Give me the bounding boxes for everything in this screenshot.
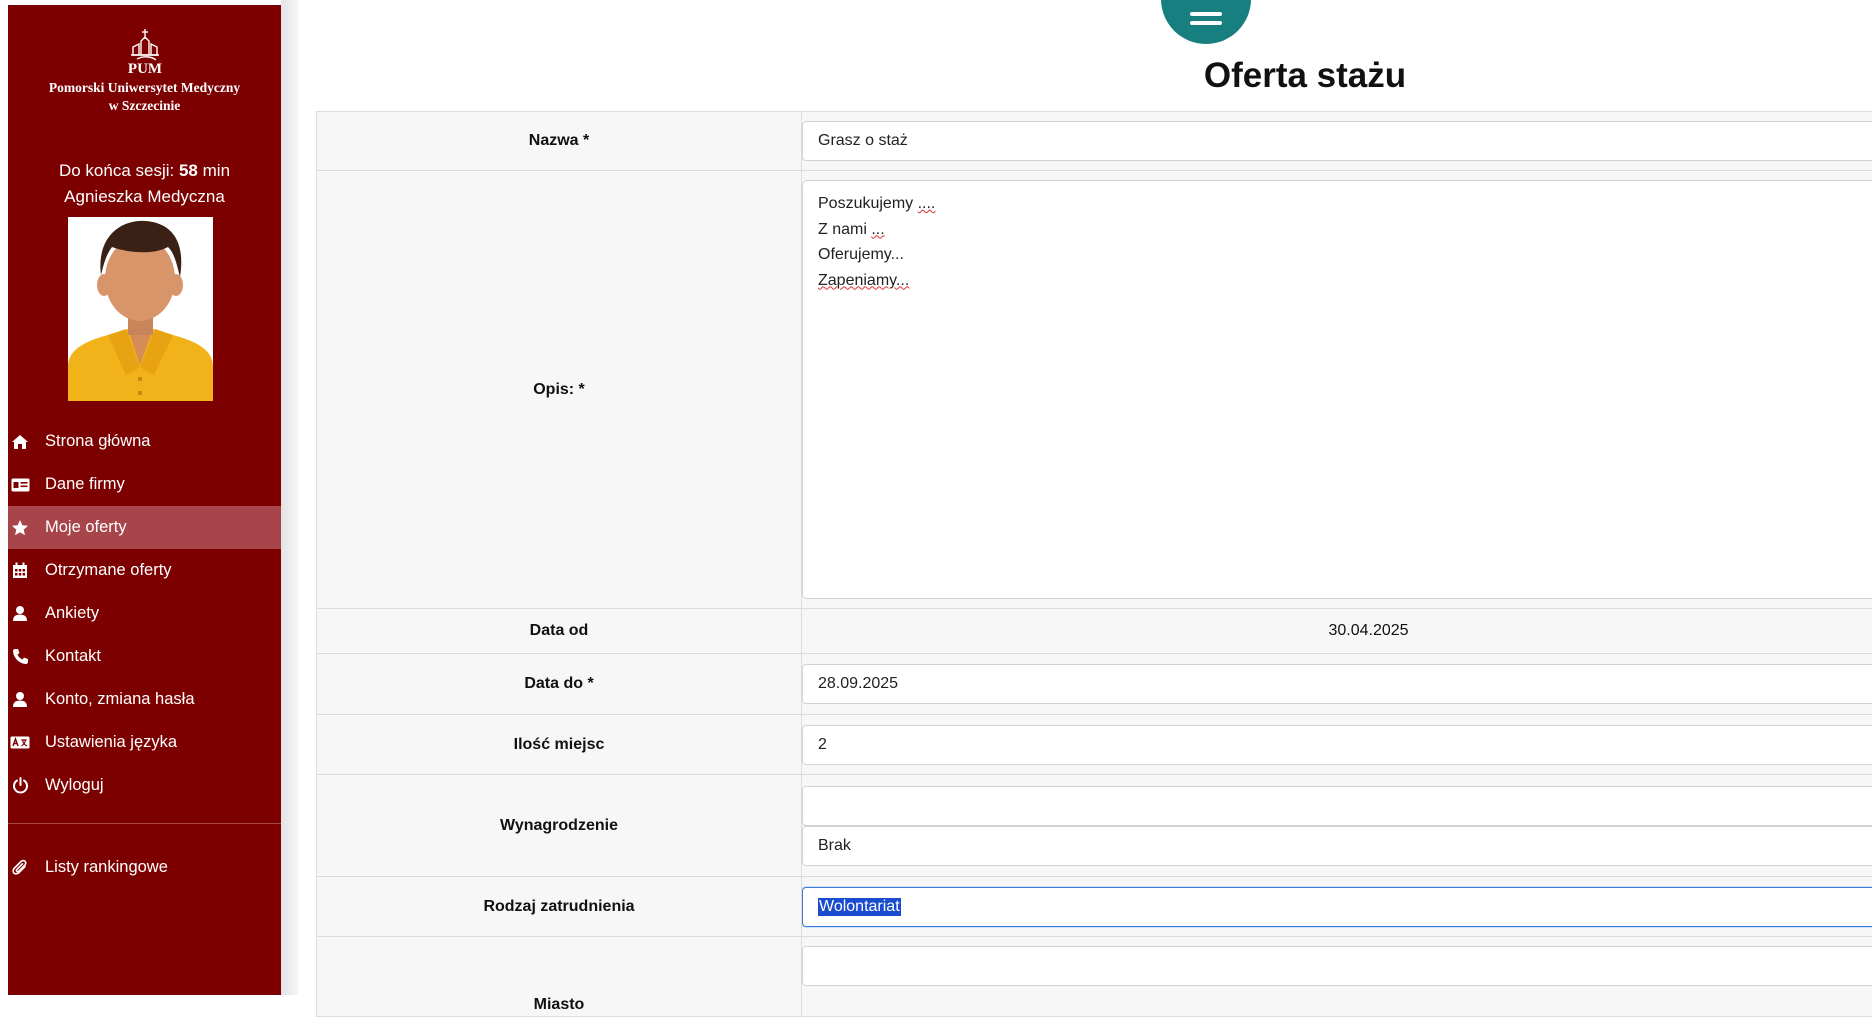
- sidebar-item-label: Dane firmy: [45, 475, 125, 494]
- description-line: Z nami ...: [818, 217, 1872, 243]
- city-label: Miasto: [317, 937, 802, 1017]
- salary-input[interactable]: [802, 786, 1872, 826]
- sidebar-shadow: [281, 0, 299, 995]
- svg-text:PUM: PUM: [127, 61, 161, 77]
- date-from-value: 30.04.2025: [802, 609, 1872, 654]
- form-row-description: Opis: * Poszukujemy .... Z nami ... Ofer…: [317, 171, 1872, 609]
- form-row-date-to: Data do * 28.09.2025: [317, 654, 1872, 715]
- session-minutes: 58: [179, 161, 198, 180]
- university-name-line2: w Szczecinie: [8, 97, 281, 115]
- home-icon: [10, 432, 30, 452]
- name-label: Nazwa *: [317, 112, 802, 171]
- calendar-icon: [10, 561, 30, 581]
- sidebar-item-label: Otrzymane oferty: [45, 561, 172, 580]
- salary-label: Wynagrodzenie: [317, 775, 802, 877]
- main-content: Oferta stażu Nazwa * Grasz o staż Opis: …: [299, 0, 1872, 995]
- form-row-employment-type: Rodzaj zatrudnienia Wolontariat: [317, 877, 1872, 937]
- sidebar-item-language[interactable]: Ustawienia języka: [8, 721, 281, 764]
- user-icon: [10, 604, 30, 624]
- date-to-label: Data do *: [317, 654, 802, 715]
- date-to-input[interactable]: 28.09.2025: [802, 664, 1872, 704]
- places-value: 2: [818, 736, 827, 754]
- sidebar-item-surveys[interactable]: Ankiety: [8, 592, 281, 635]
- sidebar-nav: Strona główna Dane firmy Moje oferty Otr…: [8, 420, 281, 807]
- sidebar-item-label: Ustawienia języka: [45, 733, 177, 752]
- sidebar-item-label: Moje oferty: [45, 518, 127, 537]
- sidebar-item-logout[interactable]: Wyloguj: [8, 764, 281, 807]
- name-input[interactable]: Grasz o staż: [802, 121, 1872, 161]
- city-input[interactable]: [802, 946, 1872, 986]
- sidebar-item-label: Listy rankingowe: [45, 858, 168, 877]
- description-line: Poszukujemy ....: [818, 191, 1872, 217]
- sidebar-item-label: Kontakt: [45, 647, 101, 666]
- sidebar-item-label: Wyloguj: [45, 776, 104, 795]
- form-row-places: Ilość miejsc 2: [317, 715, 1872, 775]
- employment-type-input[interactable]: Wolontariat: [802, 887, 1872, 927]
- salary-type-select[interactable]: Brak: [802, 826, 1872, 866]
- sidebar-item-my-offers[interactable]: Moje oferty: [8, 506, 281, 549]
- sidebar-item-label: Strona główna: [45, 432, 151, 451]
- offer-icon: [1161, 0, 1251, 44]
- session-label: Do końca sesji:: [59, 161, 174, 180]
- sidebar-extra: Listy rankingowe: [8, 846, 281, 889]
- sidebar: PUM Pomorski Uniwersytet Medyczny w Szcz…: [8, 5, 281, 995]
- form-row-date-from: Data od 30.04.2025: [317, 609, 1872, 654]
- salary-type-value: Brak: [818, 837, 851, 855]
- star-icon: [10, 518, 30, 538]
- sidebar-item-contact[interactable]: Kontakt: [8, 635, 281, 678]
- form-row-name: Nazwa * Grasz o staż: [317, 112, 1872, 171]
- offer-form-table: Nazwa * Grasz o staż Opis: * Poszukujemy…: [316, 111, 1872, 1017]
- sidebar-divider: [8, 823, 281, 824]
- description-line: Oferujemy...: [818, 242, 1872, 268]
- sidebar-item-ranking-lists[interactable]: Listy rankingowe: [8, 846, 281, 889]
- university-logo[interactable]: PUM Pomorski Uniwersytet Medyczny w Szcz…: [8, 27, 281, 115]
- paperclip-icon: [10, 858, 30, 878]
- description-textarea[interactable]: Poszukujemy .... Z nami ... Oferujemy...…: [802, 180, 1872, 599]
- language-icon: [10, 733, 30, 753]
- user-icon: [10, 690, 30, 710]
- page-title: Oferta stażu: [1105, 56, 1505, 96]
- places-label: Ilość miejsc: [317, 715, 802, 775]
- name-input-value: Grasz o staż: [818, 132, 908, 150]
- form-row-salary: Wynagrodzenie Brak: [317, 775, 1872, 877]
- date-from-label: Data od: [317, 609, 802, 654]
- power-icon: [10, 776, 30, 796]
- id-card-icon: [10, 475, 30, 495]
- sidebar-item-label: Konto, zmiana hasła: [45, 690, 195, 709]
- sidebar-item-label: Ankiety: [45, 604, 99, 623]
- session-timer: Do końca sesji: 58 min: [8, 161, 281, 181]
- sidebar-item-company-data[interactable]: Dane firmy: [8, 463, 281, 506]
- date-to-value: 28.09.2025: [818, 675, 898, 693]
- city-label-text: Miasto: [317, 996, 801, 1014]
- sidebar-item-home[interactable]: Strona główna: [8, 420, 281, 463]
- session-unit: min: [203, 161, 230, 180]
- description-label: Opis: *: [317, 171, 802, 609]
- form-row-city: Miasto: [317, 937, 1872, 1017]
- phone-icon: [10, 647, 30, 667]
- description-line: Zapeniamy...: [818, 268, 1872, 294]
- avatar: [68, 217, 213, 401]
- places-input[interactable]: 2: [802, 725, 1872, 765]
- sidebar-item-received-offers[interactable]: Otrzymane oferty: [8, 549, 281, 592]
- employment-type-label: Rodzaj zatrudnienia: [317, 877, 802, 937]
- employment-type-value: Wolontariat: [818, 898, 901, 916]
- university-name-line1: Pomorski Uniwersytet Medyczny: [8, 79, 281, 97]
- user-name: Agnieszka Medyczna: [8, 187, 281, 207]
- sidebar-item-account[interactable]: Konto, zmiana hasła: [8, 678, 281, 721]
- university-crest-icon: PUM: [121, 27, 169, 77]
